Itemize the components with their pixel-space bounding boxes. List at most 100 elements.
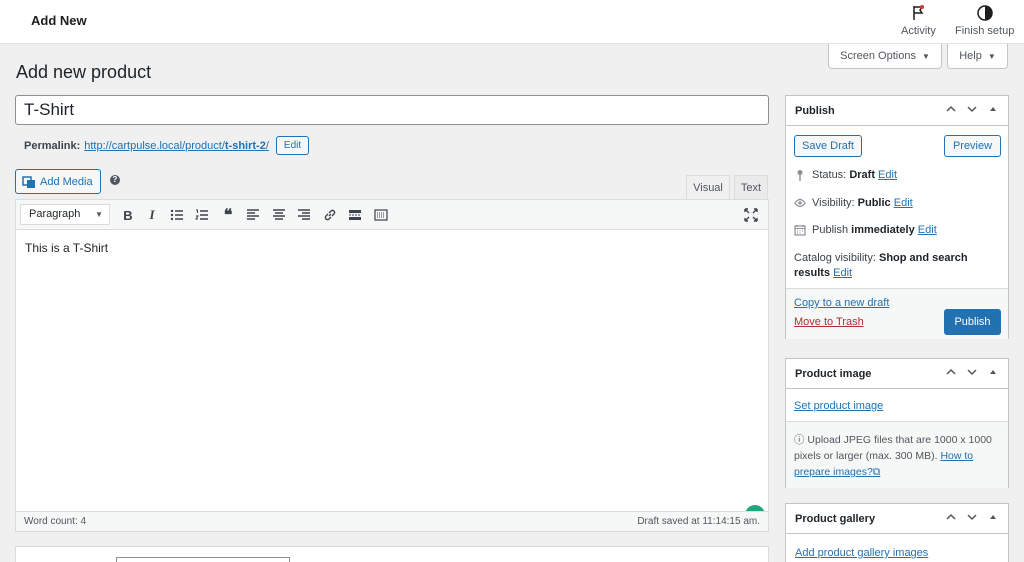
read-more-icon[interactable] <box>347 207 363 223</box>
status-edit-link[interactable]: Edit <box>878 169 897 181</box>
permalink: Permalink: http://cartpulse.local/produc… <box>24 136 310 155</box>
product-image-box: Product image Set product image ⓘ Upload… <box>785 358 1009 488</box>
screen-options-label: Screen Options <box>840 50 916 62</box>
activity-label: Activity <box>901 25 936 37</box>
caret-down-icon: ▼ <box>987 51 996 61</box>
collapse-icon[interactable] <box>987 103 999 115</box>
screen-options-button[interactable]: Screen Options ▼ <box>828 44 942 69</box>
catalog-visibility-row: Catalog visibility: Shop and search resu… <box>794 251 999 281</box>
copy-to-draft-link[interactable]: Copy to a new draft <box>794 297 889 309</box>
chevron-down-icon[interactable] <box>966 366 978 378</box>
finish-setup-button[interactable]: Finish setup <box>955 4 1014 37</box>
format-select-value: Paragraph <box>29 208 81 220</box>
activity-button[interactable]: Activity <box>901 4 936 37</box>
visibility-row: Visibility: Public Edit <box>794 197 913 209</box>
save-draft-button[interactable]: Save Draft <box>794 135 862 157</box>
help-label: Help <box>959 50 982 62</box>
visibility-value: Public <box>857 197 891 209</box>
external-link-icon: ⧉ <box>872 466 881 478</box>
align-right-icon[interactable] <box>296 207 312 223</box>
draft-saved-status: Draft saved at 11:14:15 am. <box>637 516 760 527</box>
numbered-list-icon[interactable] <box>194 207 210 223</box>
permalink-trail: / <box>265 139 269 152</box>
add-media-label: Add Media <box>40 175 93 188</box>
chevron-down-icon[interactable] <box>966 103 978 115</box>
move-to-trash-link[interactable]: Move to Trash <box>794 316 864 328</box>
catalog-edit-link[interactable]: Edit <box>833 267 852 279</box>
status-row: Status: Draft Edit <box>794 169 897 181</box>
permalink-link[interactable]: http://cartpulse.local/product/t-shirt-2… <box>84 140 269 152</box>
product-gallery-box: Product gallery Add product gallery imag… <box>785 503 1009 562</box>
publish-actions: Copy to a new draft Move to Trash Publis… <box>786 288 1008 339</box>
publish-box-title: Publish <box>795 104 835 117</box>
content-editor: Paragraph ▼ B I ❝ This is a T-Shirt Word… <box>15 199 769 532</box>
info-icon: ⓘ <box>794 434 805 446</box>
editor-content[interactable]: This is a T-Shirt <box>16 230 768 525</box>
collapse-icon[interactable] <box>987 511 999 523</box>
permalink-label: Permalink: <box>24 139 81 152</box>
product-gallery-title: Product gallery <box>795 512 876 525</box>
format-select[interactable]: Paragraph ▼ <box>20 204 110 225</box>
help-icon[interactable]: ? <box>110 175 120 185</box>
publish-value: immediately <box>851 224 915 236</box>
product-image-title: Product image <box>795 367 872 380</box>
chevron-up-icon[interactable] <box>945 366 957 378</box>
chevron-up-icon[interactable] <box>945 103 957 115</box>
help-button[interactable]: Help ▼ <box>947 44 1008 69</box>
tab-visual[interactable]: Visual <box>686 175 730 199</box>
publish-date-row: Publish immediately Edit <box>794 224 937 236</box>
align-center-icon[interactable] <box>271 207 287 223</box>
editor-text: This is a T-Shirt <box>25 241 109 255</box>
permalink-base: http://cartpulse.local/product/ <box>84 139 225 152</box>
visibility-edit-link[interactable]: Edit <box>894 197 913 209</box>
status-label: Status: <box>812 169 847 181</box>
bullet-list-icon[interactable] <box>169 207 185 223</box>
status-value: Draft <box>849 169 875 181</box>
caret-down-icon: ▼ <box>95 210 103 219</box>
preview-button[interactable]: Preview <box>944 135 1001 157</box>
catalog-label: Catalog visibility: <box>794 252 876 264</box>
add-media-button[interactable]: Add Media <box>15 169 101 194</box>
flag-icon <box>913 5 925 20</box>
publish-edit-link[interactable]: Edit <box>918 224 937 236</box>
word-count: Word count: 4 <box>24 516 87 527</box>
next-meta-box-field <box>116 557 290 562</box>
italic-icon[interactable]: I <box>144 207 160 223</box>
editor-toolbar: Paragraph ▼ B I ❝ <box>16 200 768 230</box>
next-meta-box <box>15 546 769 562</box>
product-title-input[interactable] <box>15 95 769 125</box>
tab-text[interactable]: Text <box>734 175 768 199</box>
product-gallery-header: Product gallery <box>786 504 1008 534</box>
editor-status-bar: Word count: 4 Draft saved at 11:14:15 am… <box>16 511 768 531</box>
add-gallery-images-link[interactable]: Add product gallery images <box>795 547 928 559</box>
chevron-down-icon[interactable] <box>966 511 978 523</box>
visibility-label: Visibility: <box>812 197 855 209</box>
media-icon <box>22 175 35 188</box>
collapse-icon[interactable] <box>987 366 999 378</box>
page-title: Add new product <box>16 62 152 82</box>
publish-box-header: Publish <box>786 96 1008 126</box>
chevron-up-icon[interactable] <box>945 511 957 523</box>
bold-icon[interactable]: B <box>120 207 136 223</box>
product-image-header: Product image <box>786 359 1008 389</box>
calendar-icon <box>794 225 806 236</box>
set-product-image-link[interactable]: Set product image <box>794 400 883 412</box>
link-icon[interactable] <box>322 207 338 223</box>
publish-label: Publish <box>812 224 849 236</box>
publish-box: Publish Save Draft Preview Status: Draft… <box>785 95 1009 339</box>
finish-setup-label: Finish setup <box>955 25 1015 37</box>
pin-icon <box>797 170 803 181</box>
blockquote-icon[interactable]: ❝ <box>220 207 236 224</box>
image-upload-info: ⓘ Upload JPEG files that are 1000 x 1000… <box>786 422 1008 488</box>
publish-button[interactable]: Publish <box>944 309 1001 335</box>
toolbar-toggle-icon[interactable] <box>373 207 389 223</box>
eye-icon <box>794 198 806 208</box>
top-bar: Add New Activity Finish setup <box>0 0 1024 44</box>
permalink-edit-button[interactable]: Edit <box>275 136 310 155</box>
align-left-icon[interactable] <box>245 207 261 223</box>
caret-down-icon: ▼ <box>921 51 930 61</box>
top-bar-title: Add New <box>31 13 87 28</box>
fullscreen-icon[interactable] <box>743 207 759 223</box>
permalink-slug: t-shirt-2 <box>224 139 266 152</box>
half-circle-icon <box>976 5 993 21</box>
